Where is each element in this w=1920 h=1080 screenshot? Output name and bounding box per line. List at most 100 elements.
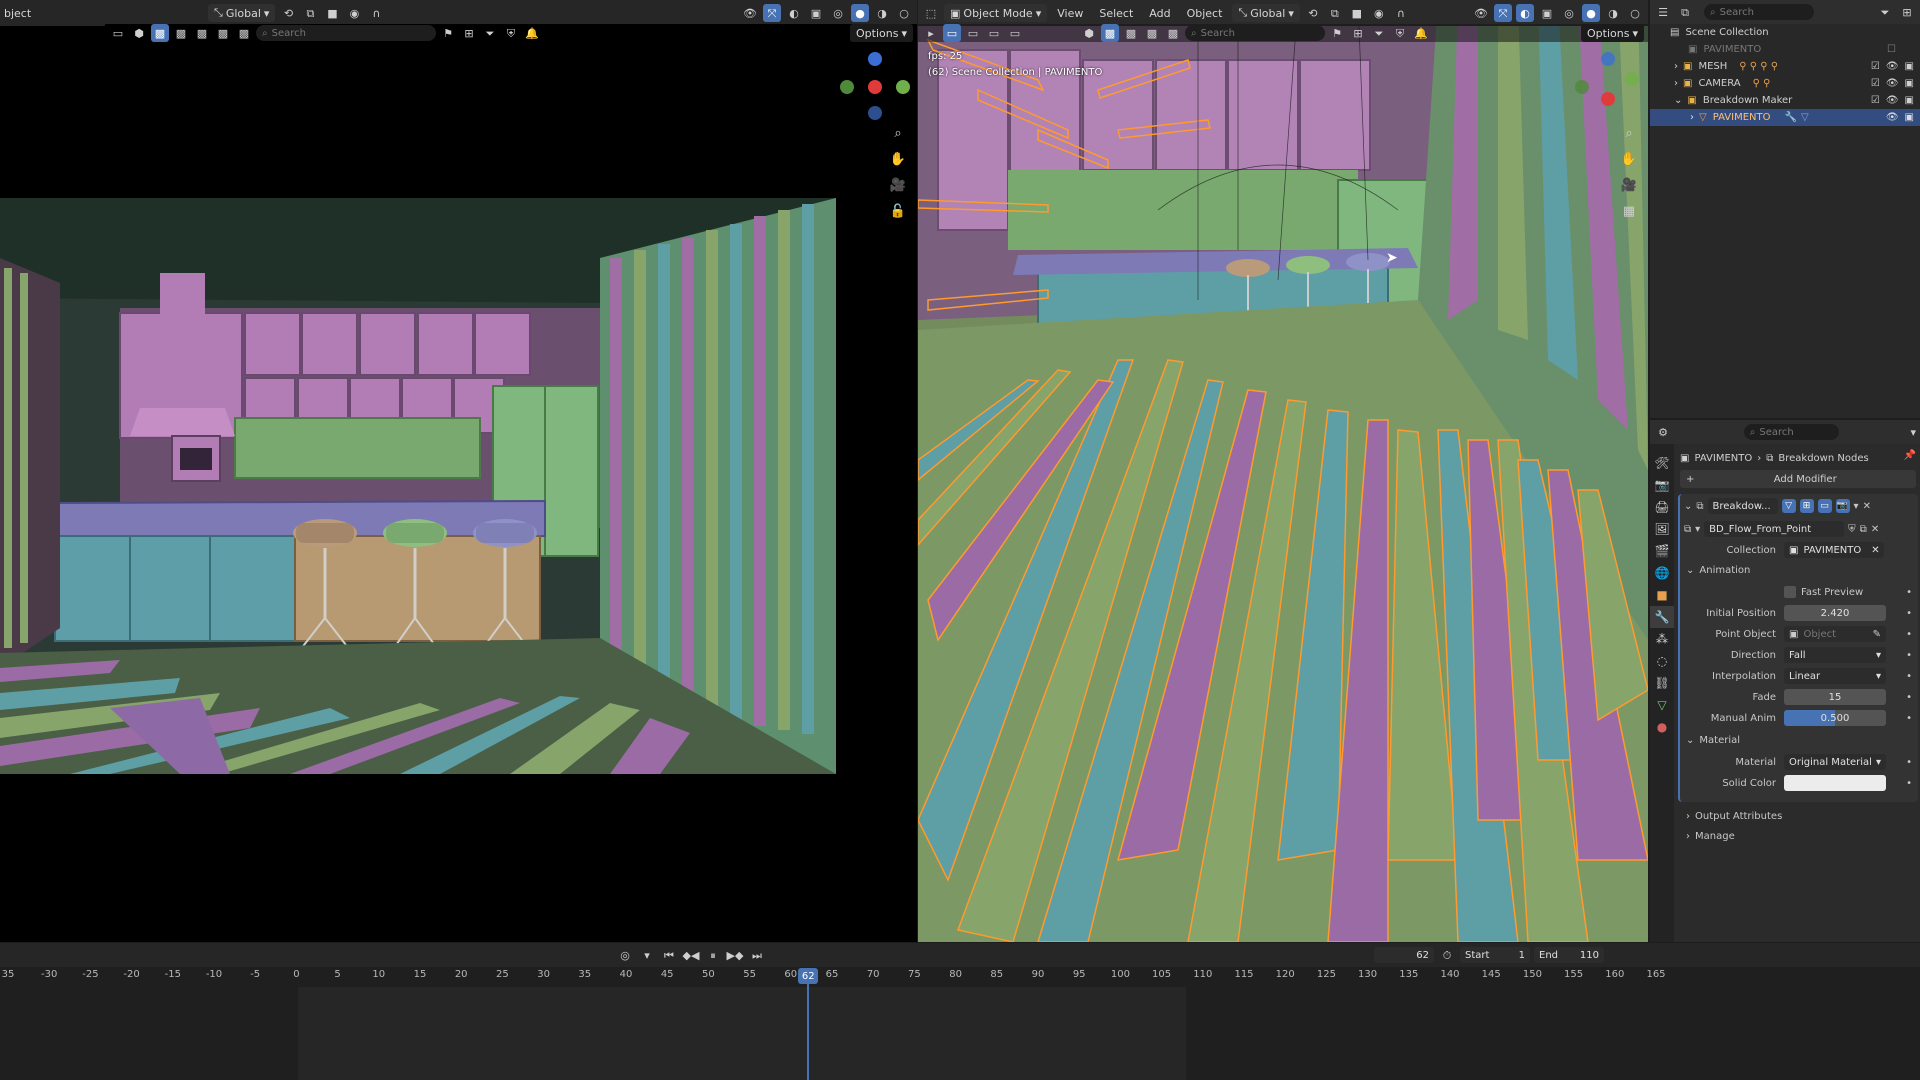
x-axis-icon[interactable] [1601,92,1615,106]
eye-icon[interactable]: 👁 [1886,112,1899,123]
orientation-dropdown[interactable]: ⤡ Global ▾ [208,4,276,22]
collapse-arrow-icon[interactable]: ⌄ [1674,95,1682,106]
y-neg-axis-icon[interactable] [840,80,854,94]
filter-camera-icon[interactable]: ▩ [1122,24,1140,42]
solid-shading-icon[interactable]: ● [851,4,869,22]
camera-render-icon[interactable]: ▣ [1905,78,1914,89]
bookmark-icon[interactable]: ⚑ [1328,24,1346,42]
menu-view[interactable]: View [1051,7,1089,20]
outliner-search-input[interactable]: ⌕ Search [1704,4,1814,20]
pause-icon[interactable]: ⏸ [704,946,722,964]
timeline-ruler[interactable]: 35 -30 -25 -20 -15 -10 -5 0 5 10 15 20 25 30 35 40 45 50 5… [0,969,1666,985]
camera-render-icon[interactable]: ▣ [1905,95,1914,106]
overlay-icon[interactable]: ◐ [1516,4,1534,22]
select-box-icon[interactable]: ▭ [109,24,127,42]
left-navigation-gizmo[interactable] [840,50,910,120]
point-object-field[interactable]: ▣ Object ✎ [1784,626,1886,642]
solid-shading-icon[interactable]: ● [1582,4,1600,22]
constraints-tab-icon[interactable]: ⛓ [1650,672,1674,694]
outliner-row-camera[interactable]: › ▣ CAMERA ⚲ ⚲ ☑ 👁 ▣ [1650,75,1920,92]
direction-dropdown[interactable]: Fall ▾ [1784,647,1886,663]
display-mode-icon[interactable]: ⧉ [1676,3,1694,21]
dropdown-icon[interactable]: ▾ [638,946,656,964]
select-invert-icon[interactable]: ▭ [1006,24,1024,42]
tool-tab-icon[interactable]: 🛠 [1650,452,1674,474]
material-tab-icon[interactable]: ● [1650,716,1674,738]
collection-field[interactable]: ▣ PAVIMENTO ✕ [1784,542,1884,558]
menu-select[interactable]: Select [1093,7,1139,20]
snap-target-icon[interactable]: ■ [1348,4,1366,22]
grid-view-icon[interactable]: ▦ [1618,200,1640,222]
jump-keyframe-back-icon[interactable]: ◆◀ [682,946,700,964]
filter-light-icon[interactable]: ▩ [193,24,211,42]
keying-icon[interactable]: ◎ [616,946,634,964]
keyframe-dot-icon[interactable]: • [1906,692,1912,703]
view-layer-tab-icon[interactable]: 🖼 [1650,518,1674,540]
material-shading-icon[interactable]: ◑ [1604,4,1622,22]
object-type-icon[interactable]: ⬢ [1080,24,1098,42]
rendered-shading-icon[interactable]: ○ [895,4,913,22]
viewport-toggle-icon[interactable]: ▭ [1817,499,1832,513]
z-neg-axis-icon[interactable] [868,106,882,120]
interpolation-dropdown[interactable]: Linear ▾ [1784,668,1886,684]
scene-tab-icon[interactable]: 🎬 [1650,540,1674,562]
data-tab-icon[interactable]: ▽ [1650,694,1674,716]
proportional-edit-icon[interactable]: ◉ [1370,4,1388,22]
close-icon[interactable]: ✕ [1871,545,1879,556]
select-subtract-icon[interactable]: ▭ [985,24,1003,42]
falloff-icon[interactable]: ∩ [367,4,385,22]
right-viewport[interactable]: ⬚ ▣ Object Mode ▾ View Select Add Object ⤡… [918,0,1648,942]
y-axis-icon[interactable] [1625,72,1639,86]
gizmo-icon[interactable]: ⤧ [1494,4,1512,22]
filter-icon[interactable]: ⏷ [481,24,499,42]
keyframe-dot-icon[interactable]: • [1906,587,1912,598]
expand-arrow-icon[interactable]: › [1674,78,1678,89]
duplicate-icon[interactable]: ⧉ [1860,524,1867,535]
visibility-icon[interactable]: 👁 [1472,4,1490,22]
expand-arrow-icon[interactable]: › [1674,61,1678,72]
checkbox-checked-icon[interactable]: ☑ [1871,61,1880,72]
overlay-icon[interactable]: ◐ [785,4,803,22]
manual-anim-slider[interactable]: 0.500 [1784,710,1886,726]
left-viewport[interactable]: bject ⤡ Global ▾ ⟲ ⧉ ■ ◉ ∩ 👁 ⤧ ◐ ▣ ◎ ● ◑ ○… [0,0,917,942]
properties-search-input[interactable]: ⌕ Search [1743,424,1839,440]
manage-panel-header[interactable]: › Manage [1674,826,1920,846]
xray-icon[interactable]: ▣ [1538,4,1556,22]
clock-icon[interactable]: ⏱ [1438,946,1456,964]
outliner-row-breakdown-maker[interactable]: ⌄ ▣ Breakdown Maker ☑ 👁 ▣ [1650,92,1920,109]
shield-icon[interactable]: ⛨ [502,24,520,42]
eye-icon[interactable]: 👁 [1886,61,1899,72]
zoom-icon[interactable]: ⌕ [1618,122,1640,144]
jump-end-icon[interactable]: ⏭ [748,946,766,964]
keyframe-dot-icon[interactable]: • [1906,608,1912,619]
menu-object[interactable]: Object [1181,7,1229,20]
pin-icon[interactable]: 📌 [1904,450,1916,461]
fade-field[interactable]: 15 [1784,689,1886,705]
filter-icon[interactable]: ⏷ [1370,24,1388,42]
jump-keyframe-forward-icon[interactable]: ▶◆ [726,946,744,964]
world-tab-icon[interactable]: 🌐 [1650,562,1674,584]
filter-camera-icon[interactable]: ▩ [172,24,190,42]
initial-position-field[interactable]: 2.420 [1784,605,1886,621]
select-extend-icon[interactable]: ▭ [964,24,982,42]
object-type-icon[interactable]: ⬢ [130,24,148,42]
particles-tab-icon[interactable]: ⁂ [1650,628,1674,650]
hierarchy-icon[interactable]: ⊞ [460,24,478,42]
material-shading-icon[interactable]: ◑ [873,4,891,22]
keyframe-dot-icon[interactable]: • [1906,629,1912,640]
filter-mesh-icon[interactable]: ▩ [151,24,169,42]
checkbox-checked-icon[interactable]: ☑ [1871,78,1880,89]
rendered-shading-icon[interactable]: ○ [1626,4,1644,22]
start-frame-field[interactable]: Start 1 [1460,947,1530,963]
output-tab-icon[interactable]: 🖨 [1650,496,1674,518]
object-tab-icon[interactable]: ■ [1650,584,1674,606]
xray-icon[interactable]: ▣ [807,4,825,22]
gizmo-icon[interactable]: ⤧ [763,4,781,22]
fast-preview-checkbox[interactable] [1784,586,1796,598]
output-attributes-panel-header[interactable]: › Output Attributes [1674,806,1920,826]
current-frame-field[interactable]: 62 [1374,947,1434,963]
snap-icon[interactable]: ⧉ [301,4,319,22]
right-navigation-gizmo[interactable] [1573,50,1643,110]
keyframe-dot-icon[interactable]: • [1906,650,1912,661]
material-panel-header[interactable]: ⌄ Material [1680,730,1918,750]
